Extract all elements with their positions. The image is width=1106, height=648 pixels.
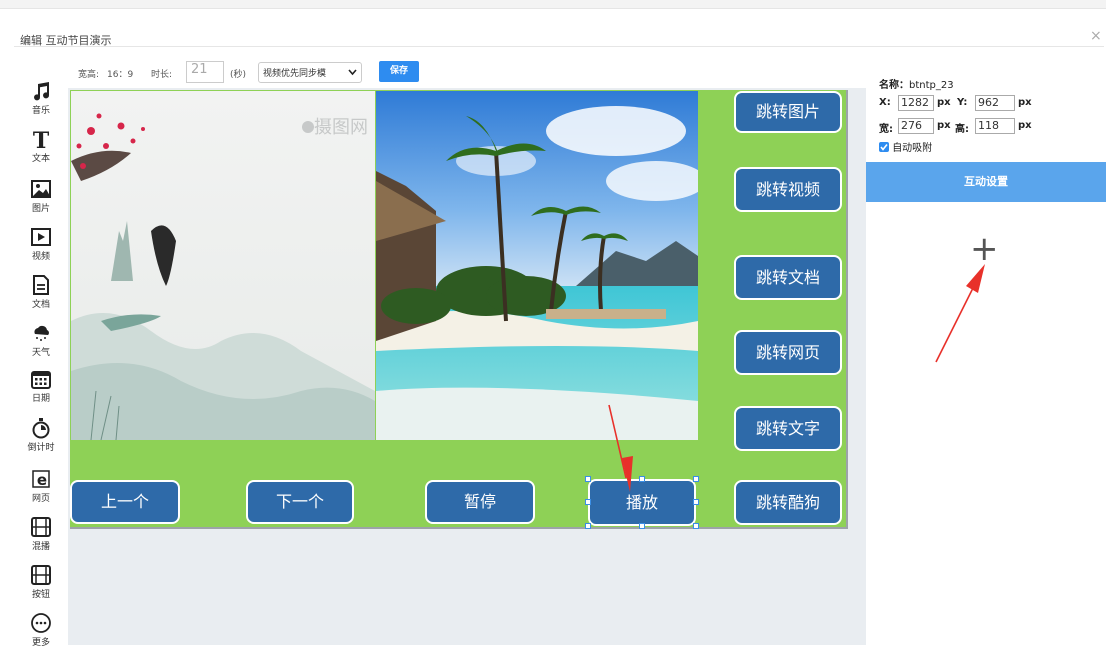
sync-mode-select[interactable]: 视频优先同步模 <box>258 62 362 83</box>
button-film-icon <box>31 565 51 585</box>
resize-handle[interactable] <box>639 523 645 529</box>
duration-label: 时长: <box>151 70 173 80</box>
svg-text:T: T <box>33 128 50 150</box>
tool-label: 网页 <box>31 494 50 504</box>
weather-cloud-icon <box>34 325 49 341</box>
play-button-selected[interactable]: 播放 <box>588 479 696 526</box>
tool-label: 混播 <box>31 542 50 552</box>
document-icon <box>33 275 49 295</box>
tool-countdown[interactable]: 倒计时 <box>14 417 68 453</box>
jump-text-button[interactable]: 跳转文字 <box>734 406 842 451</box>
jump-document-button[interactable]: 跳转文档 <box>734 255 842 300</box>
x-unit: px <box>937 97 951 108</box>
chevron-down-icon <box>348 69 357 76</box>
text-t-icon: T <box>33 128 50 150</box>
calendar-icon <box>31 371 51 389</box>
pause-button[interactable]: 暂停 <box>425 480 535 524</box>
tool-label: 图片 <box>31 204 50 214</box>
tool-text[interactable]: T 文本 <box>14 128 68 164</box>
tool-more[interactable]: 更多 <box>14 612 68 648</box>
tool-label: 按钮 <box>31 590 50 600</box>
resize-handle[interactable] <box>693 499 699 505</box>
window-top-border <box>0 0 1106 9</box>
ratio-label: 宽高: <box>78 70 100 80</box>
tool-video[interactable]: 视频 <box>14 226 68 262</box>
name-label: 名称： <box>879 80 909 91</box>
tool-label: 天气 <box>31 348 50 358</box>
y-label: Y: <box>957 97 968 108</box>
svg-text:e: e <box>37 471 47 489</box>
tool-webpage[interactable]: e 网页 <box>14 468 68 504</box>
width-input[interactable]: 276 <box>898 118 934 134</box>
jump-video-button[interactable]: 跳转视频 <box>734 167 842 212</box>
sync-mode-value: 视频优先同步模 <box>263 69 327 79</box>
beach-image[interactable] <box>376 91 698 440</box>
more-dots-icon <box>31 613 51 633</box>
tool-label: 倒计时 <box>27 443 55 453</box>
watermark-text: 摄图网 <box>314 117 368 138</box>
music-note-icon <box>34 82 50 101</box>
tool-document[interactable]: 文档 <box>14 274 68 310</box>
jump-webpage-button[interactable]: 跳转网页 <box>734 330 842 375</box>
y-input[interactable]: 962 <box>975 95 1015 111</box>
next-button[interactable]: 下一个 <box>246 480 354 524</box>
tool-mixed[interactable]: 混播 <box>14 516 68 552</box>
resize-handle[interactable] <box>639 476 645 482</box>
x-label: X: <box>879 97 891 108</box>
duration-input[interactable]: 21 <box>186 61 224 83</box>
tool-music[interactable]: 音乐 <box>14 80 68 116</box>
height-unit: px <box>1018 120 1032 131</box>
close-icon[interactable]: × <box>1090 28 1102 44</box>
header-divider <box>14 46 1104 47</box>
tool-panel: 音乐 T 文本 图片 视频 文档 天气 日期 倒计时 e 网页 混播 按钮 更多 <box>14 60 69 648</box>
tool-label: 音乐 <box>31 106 50 116</box>
video-play-icon <box>31 228 51 246</box>
width-label: 宽: <box>879 124 893 135</box>
add-interaction-icon[interactable]: + <box>970 232 999 266</box>
tool-label: 日期 <box>31 394 50 404</box>
name-value: btntp_23 <box>909 80 954 91</box>
film-icon <box>31 517 51 537</box>
web-ie-icon: e <box>32 470 50 489</box>
jump-image-button[interactable]: 跳转图片 <box>734 91 842 133</box>
height-label: 高: <box>955 124 969 135</box>
ink-painting-image[interactable]: 摄图网 <box>71 91 375 440</box>
auto-snap-row[interactable]: 自动吸附 <box>879 139 932 154</box>
tool-label: 更多 <box>31 638 50 648</box>
previous-button[interactable]: 上一个 <box>70 480 180 524</box>
tool-image[interactable]: 图片 <box>14 178 68 214</box>
width-unit: px <box>937 120 951 131</box>
tool-label: 文档 <box>31 300 50 310</box>
resize-handle[interactable] <box>585 476 591 482</box>
image-icon <box>31 180 51 198</box>
height-input[interactable]: 118 <box>975 118 1015 134</box>
y-unit: px <box>1018 97 1032 108</box>
resize-handle[interactable] <box>693 523 699 529</box>
tool-label: 视频 <box>31 252 50 262</box>
tool-button[interactable]: 按钮 <box>14 564 68 600</box>
resize-handle[interactable] <box>585 499 591 505</box>
x-input[interactable]: 1282 <box>898 95 934 111</box>
auto-snap-label: 自动吸附 <box>892 143 933 154</box>
stopwatch-icon <box>32 418 50 439</box>
jump-kugou-button[interactable]: 跳转酷狗 <box>734 480 842 525</box>
resize-handle[interactable] <box>585 523 591 529</box>
resize-handle[interactable] <box>693 476 699 482</box>
save-button[interactable]: 保存 <box>379 61 419 82</box>
ratio-value[interactable]: 16：9 <box>107 67 133 80</box>
interaction-settings-button[interactable]: 互动设置 <box>866 162 1106 202</box>
tool-weather[interactable]: 天气 <box>14 322 68 358</box>
name-row: 名称：btntp_23 <box>879 76 954 91</box>
tool-label: 文本 <box>31 154 50 164</box>
checkbox-checked-icon[interactable] <box>879 142 889 152</box>
duration-unit: (秒) <box>230 70 247 80</box>
tool-date[interactable]: 日期 <box>14 368 68 404</box>
